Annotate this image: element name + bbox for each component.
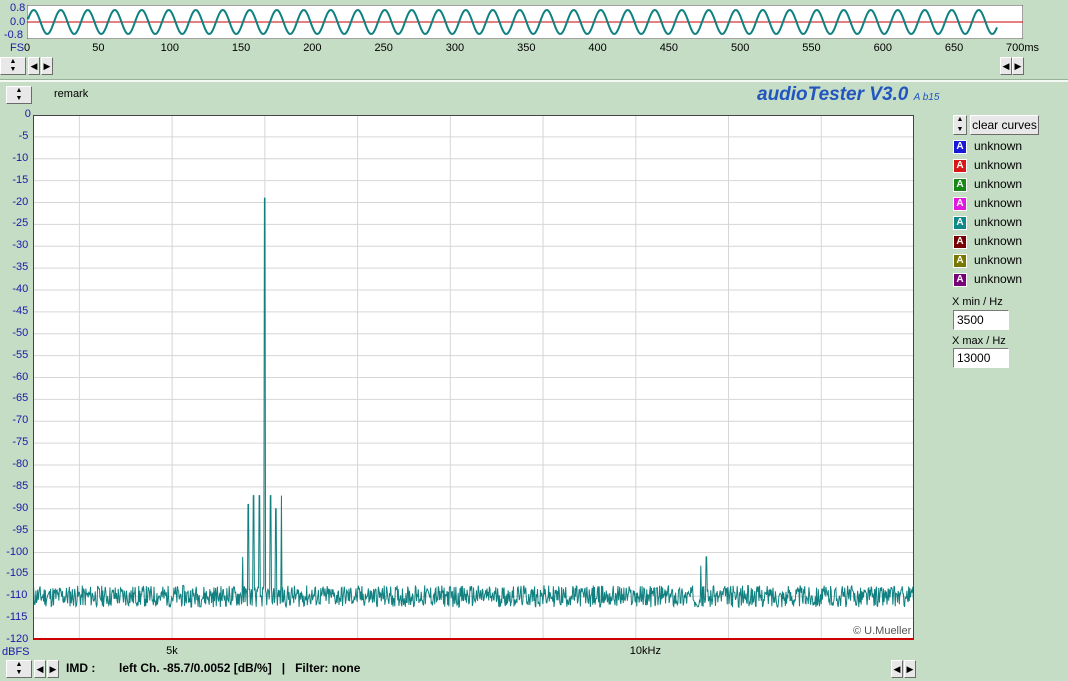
copyright-label: © U.Mueller — [853, 625, 912, 637]
fft-x-tick: 5k — [166, 645, 178, 657]
legend-item[interactable]: Aunknown — [953, 158, 1063, 174]
fft-y-tick: -10 — [12, 151, 29, 164]
fft-y-tick: -95 — [12, 523, 29, 536]
fft-y-tick: -40 — [12, 283, 29, 295]
scope-pan-left-button[interactable]: ◀ — [1000, 57, 1012, 75]
scope-x-tick: 350 — [517, 42, 536, 54]
fft-y-tick: -115 — [6, 611, 28, 624]
scope-x-tick: 400 — [588, 42, 607, 54]
scope-x-tick: 50 — [92, 42, 105, 54]
curve-color-swatch[interactable]: A — [953, 178, 967, 192]
scope-x-tick: 650 — [944, 42, 964, 54]
separator-line — [0, 79, 1068, 82]
legend-item-label: unknown — [974, 177, 1023, 191]
app-title-text: audioTester V3.0 — [757, 84, 909, 105]
fft-y-tick: -80 — [12, 458, 29, 470]
fft-y-tick: -110 — [6, 589, 28, 602]
scope-x-tick: 0 — [24, 42, 31, 54]
measurement-result: left Ch. -85.7/0.0052 [dB/%] | Filter: n… — [119, 661, 361, 675]
scope-x-tick: 250 — [374, 42, 393, 54]
bottom-spinner[interactable]: ▲ ▼ — [6, 660, 32, 678]
curve-color-swatch[interactable]: A — [953, 216, 967, 230]
curve-color-swatch[interactable]: A — [953, 254, 967, 268]
legend-item-label: unknown — [974, 253, 1023, 267]
legend-item[interactable]: Aunknown — [953, 234, 1063, 250]
xmax-field[interactable]: 13000 — [953, 348, 1009, 368]
legend-spinner[interactable]: ▲ ▼ — [953, 115, 967, 135]
legend-item[interactable]: Aunknown — [953, 272, 1063, 288]
legend-item-label: unknown — [974, 158, 1023, 172]
legend-item[interactable]: Aunknown — [953, 177, 1063, 193]
legend-item-label: unknown — [974, 272, 1023, 286]
bottom-pan-right-button[interactable]: ▶ — [904, 660, 916, 678]
fft-plot[interactable] — [33, 115, 914, 640]
fft-y-tick: -25 — [12, 217, 29, 230]
fft-y-tick: -85 — [12, 479, 29, 492]
scope-x-tick: 100 — [160, 42, 179, 54]
scope-fs-label: FS — [10, 42, 25, 54]
fft-y-tick: -100 — [6, 545, 29, 558]
scope-x-tick: 500 — [731, 42, 750, 54]
scope-x-end-label: 700ms — [1006, 42, 1040, 54]
scope-x-tick: 550 — [802, 42, 821, 54]
remark-spinner[interactable]: ▲ ▼ — [6, 86, 32, 104]
bottom-scroll-right-button[interactable]: ▶ — [47, 660, 59, 678]
curve-color-swatch[interactable]: A — [953, 273, 967, 287]
fft-y-tick: -75 — [12, 436, 29, 449]
legend-item-label: unknown — [974, 139, 1023, 153]
xmax-label: X max / Hz — [952, 335, 1006, 347]
fft-y-tick: -70 — [12, 414, 29, 427]
xmin-field[interactable]: 3500 — [953, 310, 1009, 330]
remark-label: remark — [54, 88, 89, 100]
fft-y-tick: -35 — [12, 261, 29, 274]
app-title: audioTester V3.0 A b15 — [757, 84, 939, 106]
bottom-pan-left-button[interactable]: ◀ — [891, 660, 903, 678]
scope-x-tick: 300 — [445, 42, 465, 54]
fft-y-tick: -105 — [6, 567, 29, 580]
curve-color-swatch[interactable]: A — [953, 197, 967, 211]
app-version: A b15 — [913, 92, 940, 103]
scope-y-label-mid: 0.0 — [10, 16, 26, 28]
scope-zoom-spinner[interactable]: ▲ ▼ — [0, 57, 26, 75]
fft-x-tick: 10kHz — [629, 645, 661, 657]
curve-color-swatch[interactable]: A — [953, 140, 967, 154]
fft-y-tick: -30 — [12, 239, 29, 252]
fft-y-tick: -55 — [12, 348, 29, 361]
legend-item-label: unknown — [974, 215, 1023, 229]
measurement-type: IMD : — [66, 661, 96, 675]
fft-y-tick: 0 — [24, 108, 31, 120]
curve-color-swatch[interactable]: A — [953, 235, 967, 249]
fft-y-tick: -60 — [12, 370, 29, 383]
clear-curves-button[interactable]: clear curves — [970, 115, 1039, 135]
scope-scroll-left-button[interactable]: ◀ — [28, 57, 40, 75]
curve-color-swatch[interactable]: A — [953, 159, 967, 173]
fft-y-tick: -45 — [12, 304, 29, 317]
legend-item-label: unknown — [974, 196, 1023, 210]
legend-item-label: unknown — [974, 234, 1023, 248]
time-scope-plot[interactable] — [27, 5, 1023, 39]
scope-scroll-right-button[interactable]: ▶ — [41, 57, 53, 75]
scope-x-tick: 200 — [303, 42, 322, 54]
legend-item[interactable]: Aunknown — [953, 253, 1063, 269]
fft-y-tick: -90 — [12, 501, 29, 514]
bottom-scroll-left-button[interactable]: ◀ — [34, 660, 46, 678]
xmin-label: X min / Hz — [952, 296, 1003, 308]
fft-y-tick: -15 — [12, 173, 29, 186]
scope-y-label-top: 0.8 — [10, 2, 26, 14]
fft-y-unit-label: dBFS — [2, 646, 30, 658]
legend-item[interactable]: Aunknown — [953, 139, 1063, 155]
fft-y-tick: -120 — [6, 633, 29, 645]
fft-y-tick: -50 — [12, 326, 29, 339]
fft-y-tick: -5 — [18, 129, 29, 142]
scope-pan-right-button[interactable]: ▶ — [1012, 57, 1024, 75]
fft-y-tick: -65 — [12, 392, 29, 405]
scope-x-tick: 450 — [659, 42, 679, 54]
scope-x-tick: 150 — [231, 42, 251, 54]
scope-x-tick: 600 — [873, 42, 892, 54]
fft-y-tick: -20 — [12, 195, 29, 208]
legend-item[interactable]: Aunknown — [953, 196, 1063, 212]
scope-y-label-bottom: -0.8 — [4, 29, 23, 41]
legend-item[interactable]: Aunknown — [953, 215, 1063, 231]
